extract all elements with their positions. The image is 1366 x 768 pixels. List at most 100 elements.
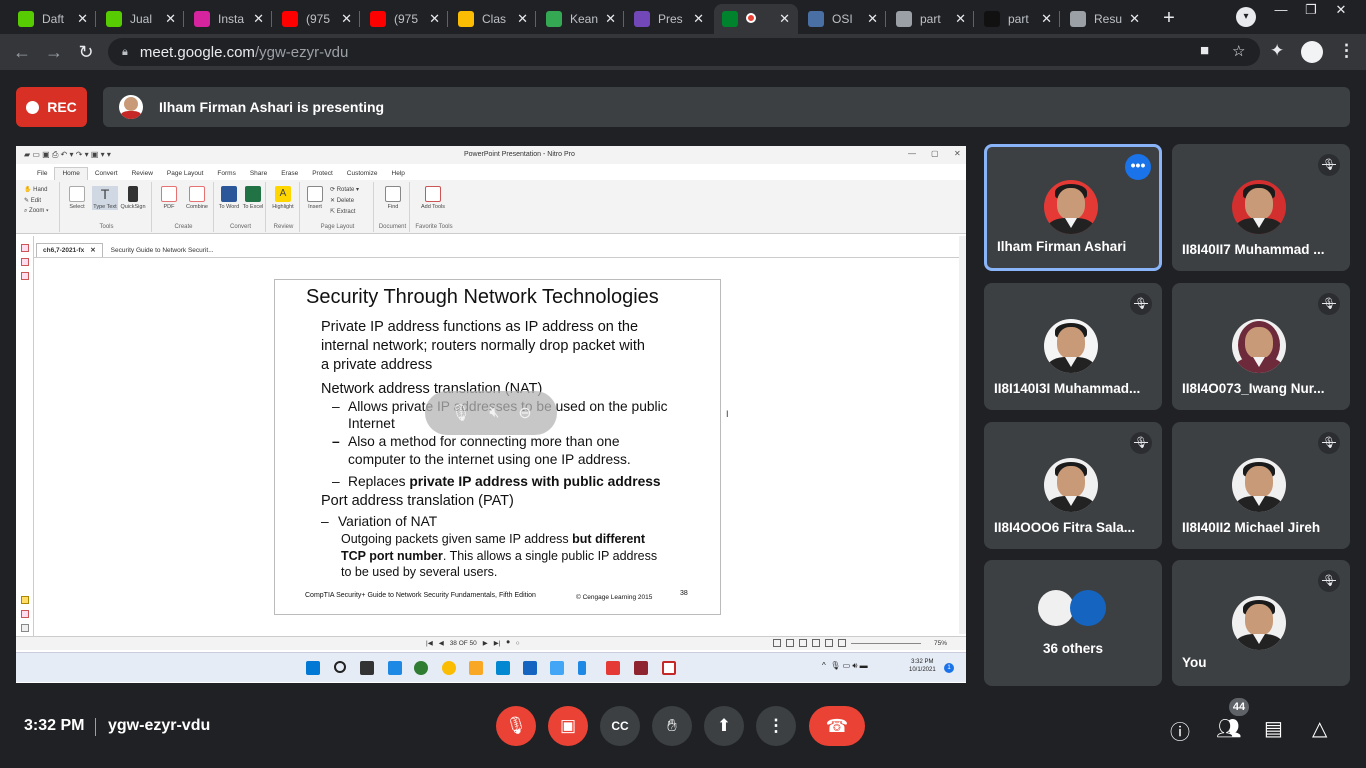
phone-icon[interactable] — [578, 661, 586, 675]
captions-button[interactable]: CC — [600, 706, 640, 746]
system-tray[interactable]: ^ 🎙︎ ▭ 🔊︎ ▬ — [822, 661, 868, 671]
minimize-button[interactable]: — — [1266, 2, 1296, 20]
address-bar[interactable]: 🔒︎ meet.google.com/ygw-ezyr-vdu ■ ☆ — [108, 38, 1260, 66]
play-icon[interactable]: ⏺ — [506, 639, 509, 647]
close-tab-icon[interactable]: ✕ — [693, 11, 704, 27]
more-options-icon[interactable]: ••• — [1125, 154, 1151, 180]
browser-tab[interactable]: Pres ✕ — [626, 4, 712, 34]
page-indicator[interactable]: 38 OF 50 — [450, 640, 477, 647]
chrome-icon[interactable] — [442, 661, 456, 675]
ribbon-tab-convert[interactable]: Convert — [88, 170, 125, 180]
ribbon-tab-erase[interactable]: Erase — [274, 170, 305, 180]
bookmarks-panel-icon[interactable] — [21, 258, 29, 266]
file-explorer-icon[interactable] — [469, 661, 483, 675]
stop-icon[interactable]: ○ — [516, 640, 520, 647]
forward-icon[interactable]: → — [42, 40, 66, 64]
browser-menu-icon[interactable]: ⋮ — [1338, 41, 1355, 61]
close-tab-icon[interactable]: ✕ — [955, 11, 966, 27]
nitro-minimize-button[interactable]: — — [908, 149, 916, 158]
extensions-icon[interactable]: ✦ — [1270, 41, 1284, 61]
close-tab-icon[interactable]: ✕ — [341, 11, 352, 27]
participant-tile[interactable]: You 🎙︎ — [1172, 560, 1350, 686]
fit-width-icon[interactable] — [825, 639, 833, 647]
meeting-details-icon[interactable]: ⓘ — [1170, 716, 1190, 745]
browser-tab[interactable]: OSI ✕ — [800, 4, 886, 34]
close-tab-icon[interactable]: ✕ — [253, 11, 264, 27]
profile-avatar[interactable] — [1301, 41, 1323, 63]
browser-tab[interactable]: (975 ✕ — [362, 4, 448, 34]
browser-tab[interactable]: Resu ✕ — [1062, 4, 1148, 34]
more-options-button[interactable]: ⋮ — [756, 706, 796, 746]
camera-toggle-button[interactable]: ▣ — [548, 706, 588, 746]
app-icon[interactable] — [550, 661, 564, 675]
mic-toggle-button[interactable]: 🎙︎ — [496, 706, 536, 746]
select-tool[interactable]: Select — [64, 186, 90, 210]
participant-tile[interactable]: II8I4OOO6 Fitra Sala... 🎙︎ — [984, 422, 1162, 549]
widgets-icon[interactable] — [388, 661, 402, 675]
participant-tile[interactable]: II8I140I3I Muhammad... 🎙︎ — [984, 283, 1162, 410]
pdf-create-button[interactable]: PDF — [156, 186, 182, 210]
browser-tab[interactable]: Clas ✕ — [450, 4, 536, 34]
leave-call-button[interactable]: ☎︎ — [809, 706, 865, 746]
type-text-tool[interactable]: T Type Text — [92, 186, 118, 210]
search-icon[interactable] — [334, 661, 346, 673]
browser-tab[interactable]: Kean ✕ — [538, 4, 624, 34]
vscode-icon[interactable] — [523, 661, 537, 675]
ribbon-tab-share[interactable]: Share — [243, 170, 274, 180]
task-view-icon[interactable] — [360, 661, 374, 675]
fit-page-icon[interactable] — [838, 639, 846, 647]
quicksign-tool[interactable]: QuickSign — [120, 186, 146, 210]
single-page-view-icon[interactable] — [773, 639, 781, 647]
raise-hand-button[interactable]: ✋︎ — [652, 706, 692, 746]
participant-tile[interactable]: 36 others — [984, 560, 1162, 686]
tab-search-button[interactable]: ▾ — [1236, 7, 1256, 27]
participant-tile[interactable]: Ilham Firman Ashari ••• — [984, 144, 1162, 271]
browser-tab[interactable]: Jual ✕ — [98, 4, 184, 34]
close-tab-icon[interactable]: ✕ — [867, 11, 878, 27]
ribbon-tab-review[interactable]: Review — [125, 170, 160, 180]
browser-tab[interactable]: part ✕ — [888, 4, 974, 34]
output-panel-icon[interactable] — [21, 624, 29, 632]
extract-button[interactable]: ⇱ Extract — [330, 208, 355, 215]
browser-tab[interactable]: (975 ✕ — [274, 4, 360, 34]
participant-tile[interactable]: II8I40II7 Muhammad ... 🎙︎ — [1172, 144, 1350, 271]
close-tab-icon[interactable]: ✕ — [165, 11, 176, 27]
first-page-icon[interactable]: |◀ — [426, 639, 433, 647]
present-button[interactable]: ⬆ — [704, 706, 744, 746]
next-page-icon[interactable]: ▶ — [483, 639, 488, 647]
close-tab-icon[interactable]: ✕ — [517, 11, 528, 27]
close-tab-icon[interactable]: ✕ — [605, 11, 616, 27]
continuous-view-icon[interactable] — [786, 639, 794, 647]
ribbon-tab-home[interactable]: Home — [54, 167, 88, 180]
browser-tab[interactable]: Insta ✕ — [186, 4, 272, 34]
close-icon[interactable]: ✕ — [90, 246, 95, 254]
attachments-panel-icon[interactable] — [21, 272, 29, 280]
ribbon-tab-customize[interactable]: Customize — [340, 170, 385, 180]
edit-tool[interactable]: ✎ Edit — [24, 197, 41, 204]
bookmark-star-icon[interactable]: ☆ — [1232, 42, 1245, 60]
close-tab-icon[interactable]: ✕ — [77, 11, 88, 27]
people-icon[interactable]: 👥︎ — [1216, 716, 1241, 741]
app-icon[interactable] — [634, 661, 648, 675]
add-tools-button[interactable]: Add Tools — [420, 186, 446, 210]
vertical-scrollbar[interactable] — [959, 236, 966, 634]
notification-icon[interactable]: 1 — [944, 663, 954, 673]
ribbon-tab-help[interactable]: Help — [385, 170, 412, 180]
close-tab-icon[interactable]: ✕ — [1041, 11, 1052, 27]
delete-page-button[interactable]: ✕ Delete — [330, 197, 354, 204]
signatures-panel-icon[interactable] — [21, 610, 29, 618]
browser-tab[interactable]: part ✕ — [976, 4, 1060, 34]
insert-button[interactable]: Insert — [302, 186, 328, 210]
comments-panel-icon[interactable] — [21, 596, 29, 604]
ribbon-tab-file[interactable]: File — [30, 170, 54, 180]
close-window-button[interactable]: ✕ — [1326, 2, 1356, 20]
reload-icon[interactable]: ↻ — [74, 40, 98, 64]
restore-button[interactable]: ❐ — [1296, 2, 1326, 20]
nitro-pro-icon[interactable] — [606, 661, 620, 675]
close-tab-icon[interactable]: ✕ — [1129, 11, 1140, 27]
participant-tile[interactable]: II8I4O073_Iwang Nur... 🎙︎ — [1172, 283, 1350, 410]
ribbon-tab-protect[interactable]: Protect — [305, 170, 340, 180]
to-word-button[interactable]: To Word — [216, 186, 242, 210]
taskbar-clock[interactable]: 3:32 PM 10/1/2021 — [909, 658, 936, 674]
facing-view-icon[interactable] — [799, 639, 807, 647]
